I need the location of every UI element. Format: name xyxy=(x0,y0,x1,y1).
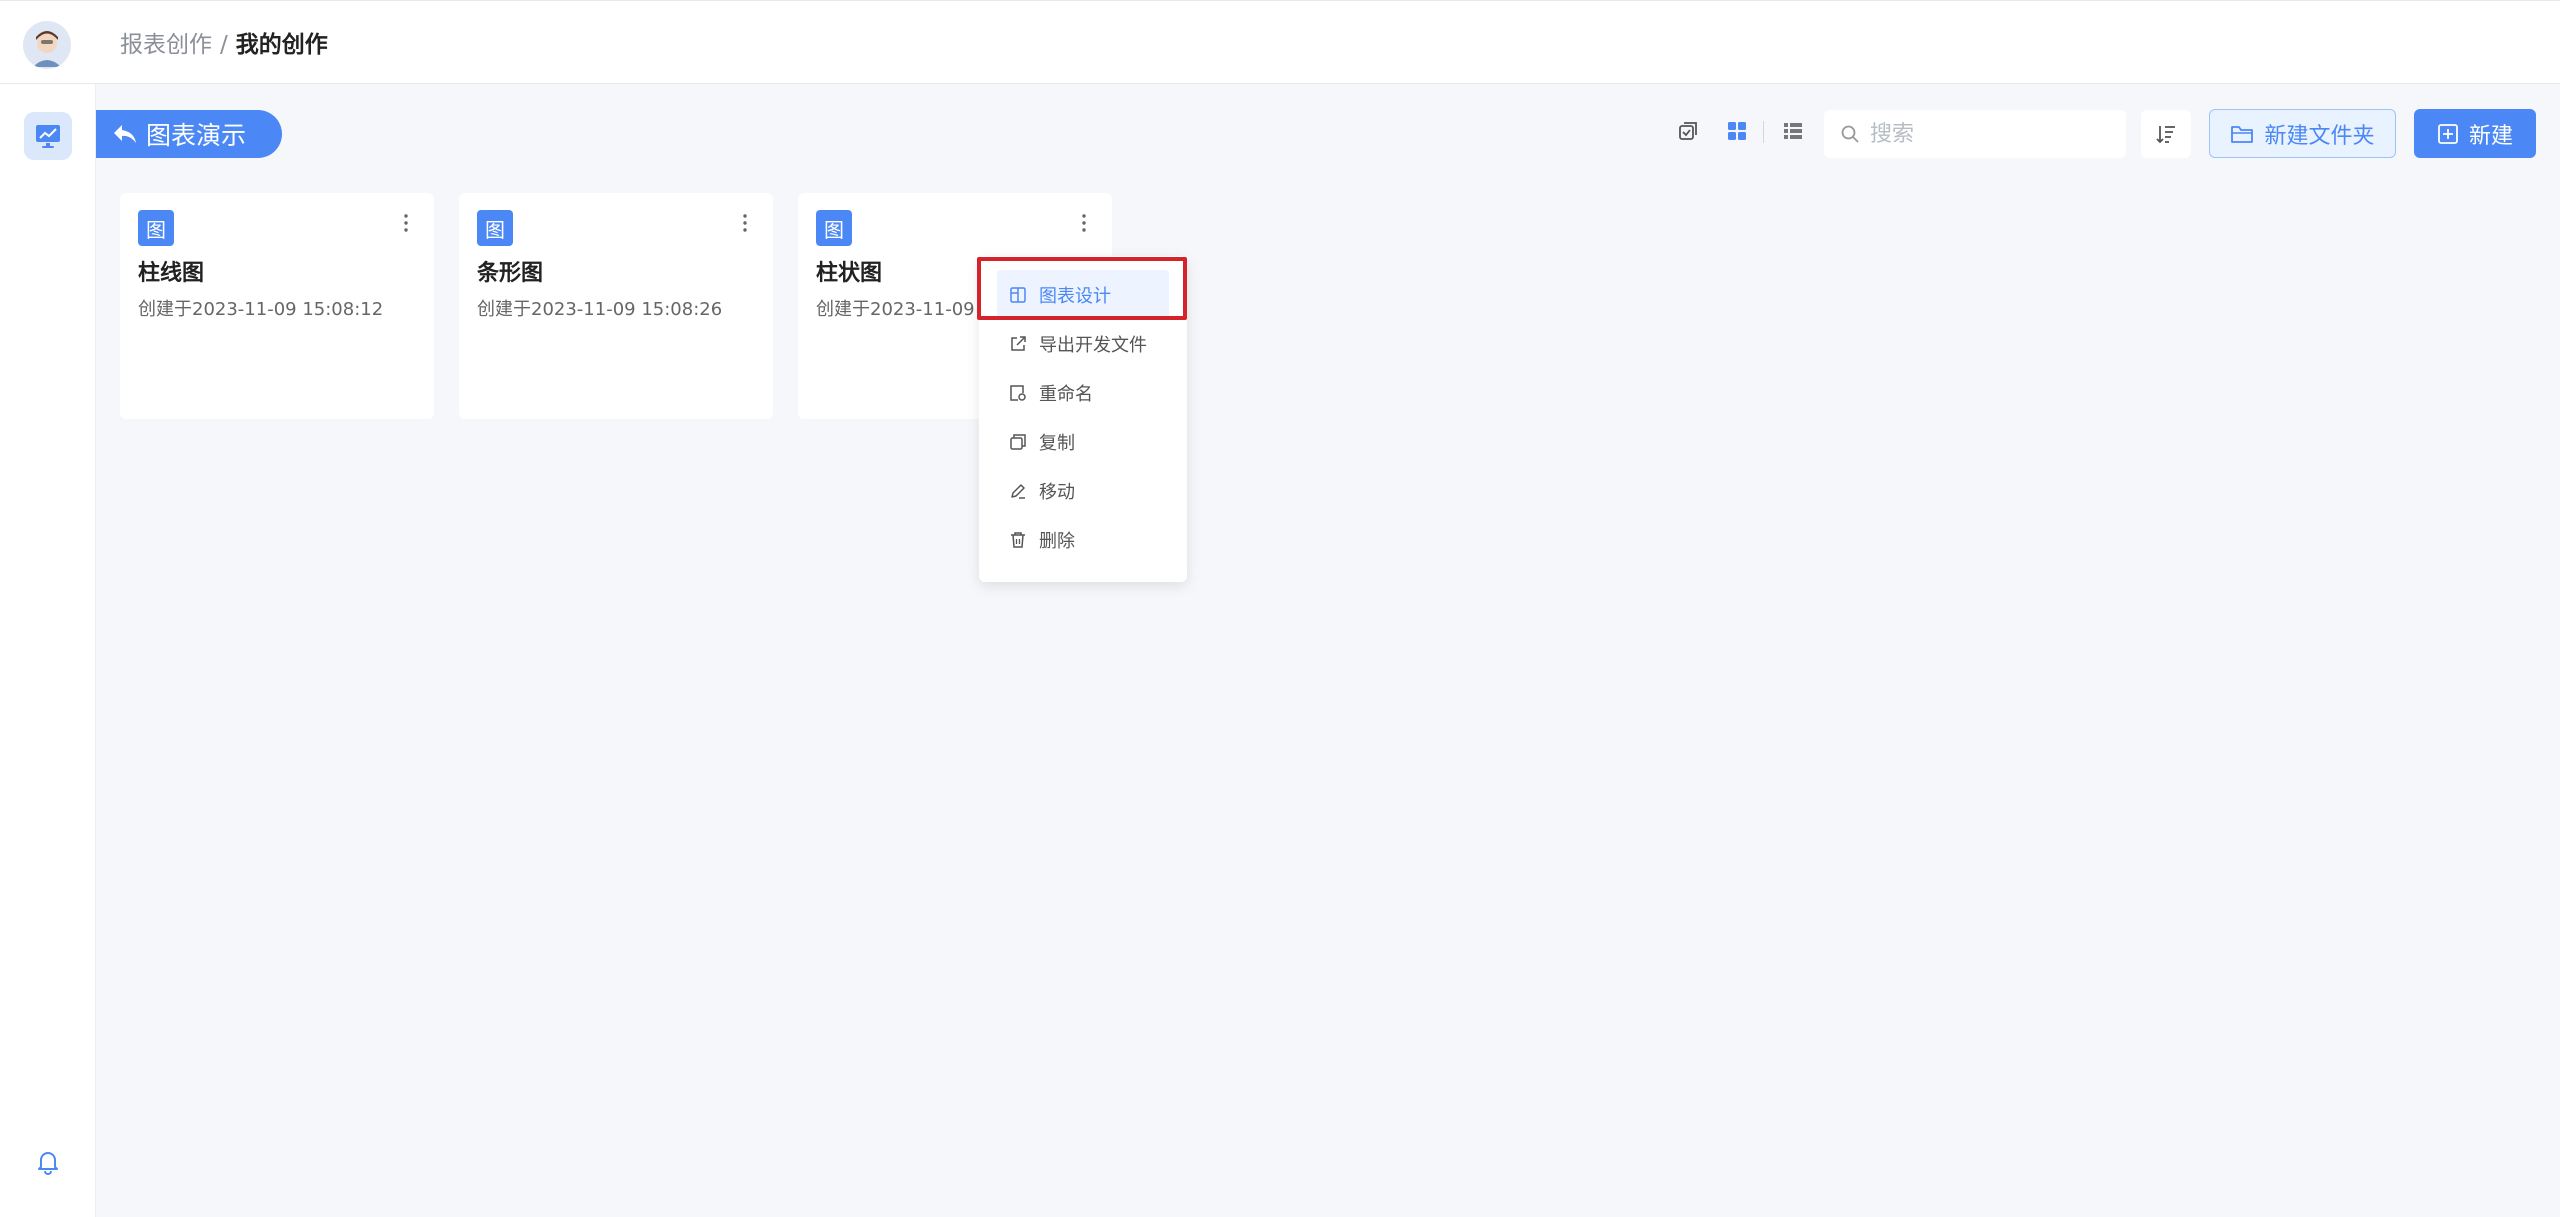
menu-item-label: 图表设计 xyxy=(1039,285,1111,307)
card-more-button[interactable] xyxy=(735,209,755,237)
grid-view-button[interactable] xyxy=(1722,116,1752,146)
view-divider xyxy=(1763,121,1764,143)
menu-item-move[interactable]: 移动 xyxy=(997,466,1169,515)
breadcrumb-parent[interactable]: 报表创作 xyxy=(120,29,212,61)
menu-item-copy[interactable]: 复制 xyxy=(997,417,1169,466)
new-folder-label: 新建文件夹 xyxy=(2264,123,2375,149)
new-folder-button[interactable]: 新建文件夹 xyxy=(2209,109,2396,158)
card-type-badge: 图 xyxy=(477,210,513,246)
card-date: 创建于2023-11-09 15:08:26 xyxy=(477,299,723,320)
card-more-button[interactable] xyxy=(396,209,416,237)
breadcrumb-separator: / xyxy=(220,32,228,58)
menu-item-rename[interactable]: 重命名 xyxy=(997,368,1169,417)
more-vertical-icon xyxy=(404,214,408,232)
list-view-button[interactable] xyxy=(1778,116,1808,146)
menu-item-delete[interactable]: 删除 xyxy=(997,515,1169,564)
card-title: 条形图 xyxy=(477,261,544,286)
search-box xyxy=(1824,110,2126,158)
multi-check-icon xyxy=(1679,122,1697,140)
sort-icon xyxy=(2156,126,2175,144)
card-date: 创建于2023-11-09 1 xyxy=(816,299,992,320)
notification-button[interactable] xyxy=(30,1144,66,1180)
menu-item-label: 移动 xyxy=(1039,481,1075,503)
card-context-menu: 图表设计 导出开发文件 重命名 复制 移动 删除 xyxy=(979,256,1187,582)
export-icon xyxy=(1011,335,1026,351)
sort-button[interactable] xyxy=(2141,110,2191,158)
back-label: 图表演示 xyxy=(146,121,247,150)
copy-icon xyxy=(1010,433,1026,450)
search-icon xyxy=(1841,125,1859,143)
delete-icon xyxy=(1011,531,1025,548)
plus-square-icon xyxy=(2438,123,2458,144)
new-button[interactable]: 新建 xyxy=(2414,109,2536,158)
batch-select-button[interactable] xyxy=(1673,116,1703,146)
menu-item-label: 导出开发文件 xyxy=(1039,334,1147,356)
card-type-badge: 图 xyxy=(816,210,852,246)
card-title: 柱状图 xyxy=(816,261,883,286)
report-card[interactable]: 图 条形图 创建于2023-11-09 15:08:26 xyxy=(459,193,773,419)
folder-icon xyxy=(2231,125,2254,143)
avatar[interactable] xyxy=(23,21,71,69)
card-type-badge: 图 xyxy=(138,210,174,246)
menu-item-label: 重命名 xyxy=(1039,383,1093,405)
menu-item-chart-design[interactable]: 图表设计 xyxy=(997,270,1169,319)
card-more-button[interactable] xyxy=(1074,209,1094,237)
card-date: 创建于2023-11-09 15:08:12 xyxy=(138,299,384,320)
back-button[interactable]: 图表演示 xyxy=(96,110,282,158)
more-vertical-icon xyxy=(743,214,747,232)
top-header: 报表创作 / 我的创作 xyxy=(0,0,2560,84)
design-icon xyxy=(1010,286,1026,303)
move-icon xyxy=(1011,483,1025,499)
back-arrow-icon xyxy=(114,125,136,143)
report-card[interactable]: 图 柱线图 创建于2023-11-09 15:08:12 xyxy=(120,193,434,419)
menu-item-label: 删除 xyxy=(1039,530,1075,552)
card-title: 柱线图 xyxy=(138,261,205,286)
sidebar-item-charts[interactable] xyxy=(24,112,72,160)
breadcrumb: 报表创作 / 我的创作 xyxy=(120,29,328,61)
menu-item-export[interactable]: 导出开发文件 xyxy=(997,319,1169,368)
more-vertical-icon xyxy=(1082,214,1086,232)
bell-icon xyxy=(38,1152,58,1175)
sidebar xyxy=(0,84,96,1217)
grid-icon xyxy=(1728,122,1746,140)
search-input[interactable] xyxy=(1870,121,2110,147)
breadcrumb-current: 我的创作 xyxy=(235,32,328,58)
chart-monitor-icon xyxy=(36,125,60,148)
list-icon xyxy=(1784,123,1802,139)
menu-item-label: 复制 xyxy=(1039,432,1075,454)
rename-icon xyxy=(1010,384,1026,401)
new-label: 新建 xyxy=(2468,123,2513,149)
